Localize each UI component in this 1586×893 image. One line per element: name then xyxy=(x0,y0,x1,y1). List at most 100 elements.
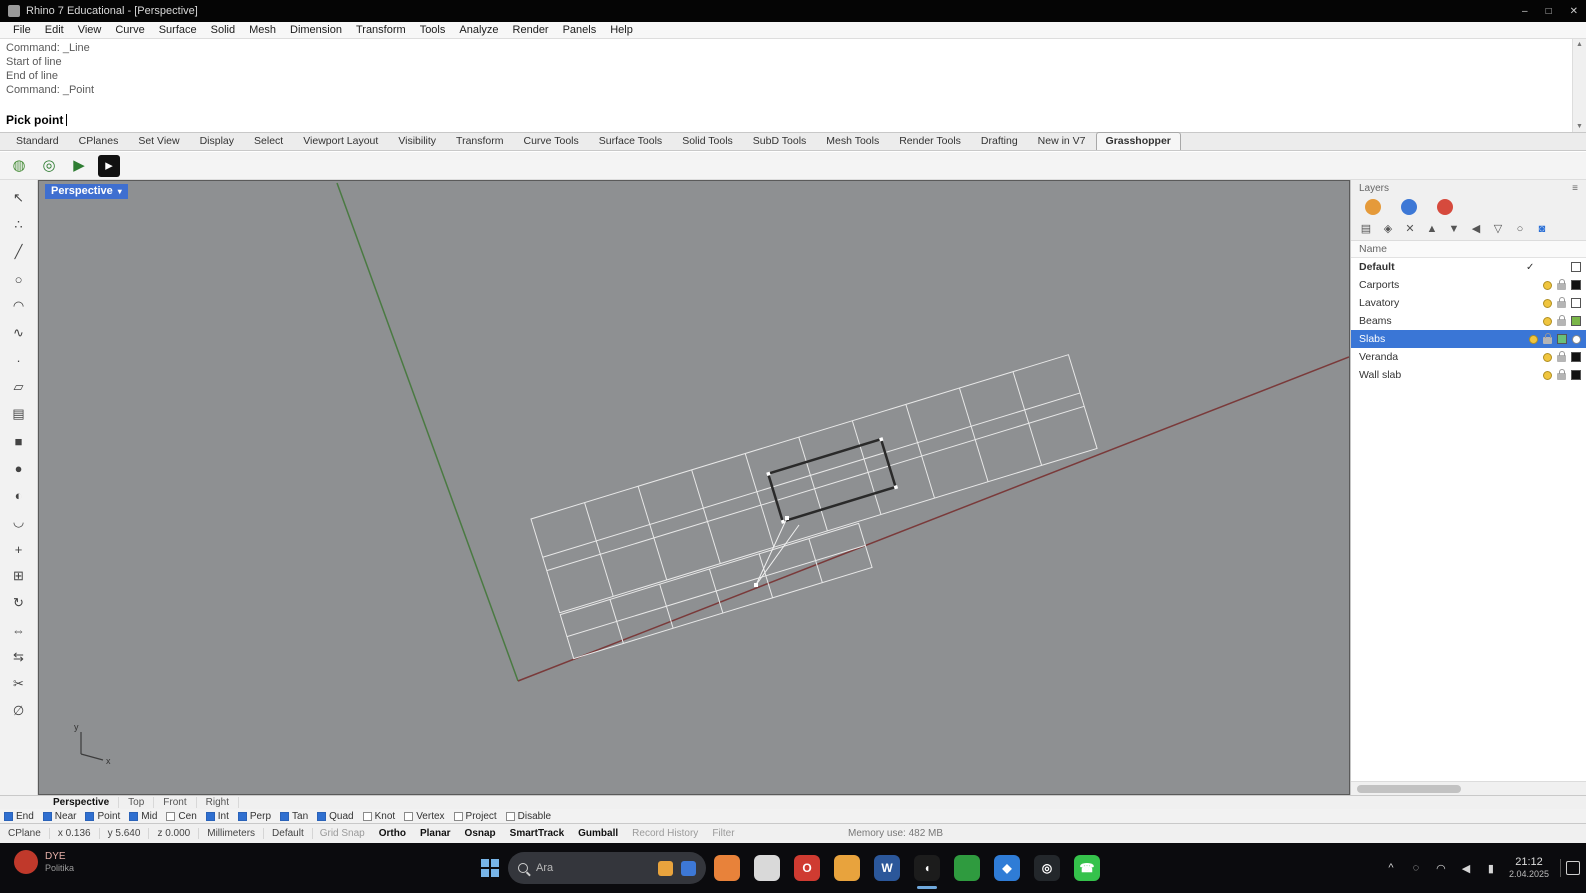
chat-icon[interactable] xyxy=(754,855,780,881)
extrude-icon[interactable]: ▤ xyxy=(6,402,32,426)
render-sphere-icon[interactable] xyxy=(1365,199,1381,215)
menu-item[interactable]: Mesh xyxy=(242,24,283,36)
menu-item[interactable]: Curve xyxy=(108,24,151,36)
toolbar-tab[interactable]: Solid Tools xyxy=(672,132,743,150)
delete-layer-icon[interactable]: ✕ xyxy=(1403,222,1417,235)
viewport-canvas[interactable]: Perspective ▾ y x xyxy=(38,180,1350,795)
toolbar-tab[interactable]: Grasshopper xyxy=(1095,132,1181,150)
checkbox[interactable] xyxy=(453,811,463,821)
new-layer-icon[interactable]: ▤ xyxy=(1359,222,1373,235)
status-toggle[interactable]: Record History xyxy=(625,828,705,839)
move-down-icon[interactable]: ▼ xyxy=(1447,223,1461,235)
toolbar-tab[interactable]: Standard xyxy=(6,132,69,150)
toolbar-tab[interactable]: New in V7 xyxy=(1028,132,1096,150)
point-icon[interactable]: · xyxy=(6,348,32,372)
visibility-bulb-icon[interactable] xyxy=(1543,298,1552,308)
surface-icon[interactable]: ▱ xyxy=(6,375,32,399)
scrollbar-thumb[interactable] xyxy=(1357,785,1461,793)
battery-icon[interactable]: ▮ xyxy=(1484,862,1498,875)
lock-icon[interactable] xyxy=(1557,351,1566,362)
checkbox[interactable] xyxy=(362,811,372,821)
toolbar-tab[interactable]: Drafting xyxy=(971,132,1028,150)
minimize-button[interactable]: – xyxy=(1522,6,1528,17)
help-icon[interactable] xyxy=(1437,199,1453,215)
whatsapp-icon[interactable]: ☎ xyxy=(1074,855,1100,881)
menu-item[interactable]: Analyze xyxy=(452,24,505,36)
curve-icon[interactable]: ∿ xyxy=(6,321,32,345)
chevron-down-icon[interactable]: ▾ xyxy=(118,187,122,196)
menu-item[interactable]: Transform xyxy=(349,24,413,36)
viewport-tab[interactable]: Top xyxy=(119,797,155,808)
checkbox[interactable] xyxy=(129,811,139,821)
word-icon[interactable]: W xyxy=(874,855,900,881)
news-widget[interactable]: DYE Politika xyxy=(14,850,74,874)
visibility-bulb-icon[interactable] xyxy=(1529,334,1538,344)
checkbox[interactable] xyxy=(237,811,247,821)
lock-icon[interactable] xyxy=(1557,369,1566,380)
toolbar-tab[interactable]: Display xyxy=(190,132,244,150)
lock-icon[interactable] xyxy=(1557,315,1566,326)
menu-item[interactable]: Edit xyxy=(38,24,71,36)
command-area[interactable]: Command: _Line Start of line End of line Co… xyxy=(0,39,1586,133)
viewport-tab[interactable]: Perspective xyxy=(44,797,120,808)
notification-center-icon[interactable] xyxy=(1560,859,1580,877)
checkbox[interactable] xyxy=(4,811,13,821)
menu-item[interactable]: View xyxy=(71,24,109,36)
osnap-toggle[interactable]: Point xyxy=(85,811,120,822)
scroll-up-icon[interactable]: ▲ xyxy=(1576,41,1583,48)
visibility-bulb-icon[interactable] xyxy=(1543,370,1552,380)
checkbox[interactable] xyxy=(85,811,95,821)
status-toggle[interactable]: Osnap xyxy=(458,828,503,839)
file-explorer-icon[interactable] xyxy=(834,855,860,881)
osnap-toggle[interactable]: Cen xyxy=(166,811,197,822)
box-icon[interactable]: ■ xyxy=(6,429,32,453)
osnap-toggle[interactable]: Int xyxy=(205,811,229,822)
checkbox[interactable] xyxy=(166,811,176,821)
status-toggle[interactable]: Ortho xyxy=(372,828,413,839)
status-toggle[interactable]: Planar xyxy=(413,828,458,839)
toolbar-tab[interactable]: CPlanes xyxy=(69,132,129,150)
copy-icon[interactable]: ⊞ xyxy=(6,564,32,588)
osnap-toggle[interactable]: Tan xyxy=(280,811,308,822)
layer-row[interactable]: Slabs ✓ xyxy=(1351,330,1586,348)
scale-icon[interactable]: ⇔ xyxy=(6,618,32,642)
visibility-bulb-icon[interactable] xyxy=(1543,316,1552,326)
vscode-icon[interactable]: ◆ xyxy=(994,855,1020,881)
viewport-tab[interactable]: Front xyxy=(154,797,197,808)
search-layers-icon[interactable]: ○ xyxy=(1513,223,1527,235)
taskbar-clock[interactable]: 21:12 2.04.2025 xyxy=(1509,856,1549,880)
layer-color-swatch[interactable] xyxy=(1571,370,1581,380)
layer-color-swatch[interactable] xyxy=(1571,298,1581,308)
grasshopper-player-icon[interactable]: ◎ xyxy=(38,155,60,177)
status-toggle[interactable]: Gumball xyxy=(571,828,625,839)
layer-color-swatch[interactable] xyxy=(1557,334,1567,344)
viewport-tab[interactable]: Right xyxy=(197,797,239,808)
volume-icon[interactable]: ◀ xyxy=(1459,862,1473,875)
network-icon[interactable]: ◠ xyxy=(1434,862,1448,875)
arc-icon[interactable]: ◠ xyxy=(6,294,32,318)
collapse-icon[interactable]: ◀ xyxy=(1469,222,1483,235)
menu-item[interactable]: Solid xyxy=(204,24,242,36)
menu-item[interactable]: Surface xyxy=(152,24,204,36)
boolean-icon[interactable]: ◐ xyxy=(6,483,32,507)
osnap-toggle[interactable]: Vertex xyxy=(404,811,445,822)
layer-color-swatch[interactable] xyxy=(1571,280,1581,290)
toolbar-tab[interactable]: Mesh Tools xyxy=(816,132,889,150)
menu-item[interactable]: Panels xyxy=(556,24,604,36)
notifications-bell-icon[interactable] xyxy=(1401,199,1417,215)
toolbar-tab[interactable]: SubD Tools xyxy=(743,132,817,150)
checkbox[interactable] xyxy=(205,811,215,821)
panel-scrollbar[interactable] xyxy=(1351,781,1586,795)
toolbar-tab[interactable]: Viewport Layout xyxy=(293,132,388,150)
rhino-app-icon[interactable]: ◖ xyxy=(914,855,940,889)
layer-row[interactable]: Carports ✓ xyxy=(1351,276,1586,294)
hidden-icons-chevron[interactable]: ^ xyxy=(1384,862,1398,874)
polyline-icon[interactable]: ╱ xyxy=(6,240,32,264)
mirror-icon[interactable]: ⇆ xyxy=(6,645,32,669)
fillet-icon[interactable]: ◡ xyxy=(6,510,32,534)
opera-icon[interactable]: O xyxy=(794,855,820,881)
mic-icon[interactable]: ◌ xyxy=(1409,862,1423,874)
osnap-toggle[interactable]: Quad xyxy=(317,811,354,822)
rotate-icon[interactable]: ↻ xyxy=(6,591,32,615)
visibility-bulb-icon[interactable] xyxy=(1543,280,1552,290)
